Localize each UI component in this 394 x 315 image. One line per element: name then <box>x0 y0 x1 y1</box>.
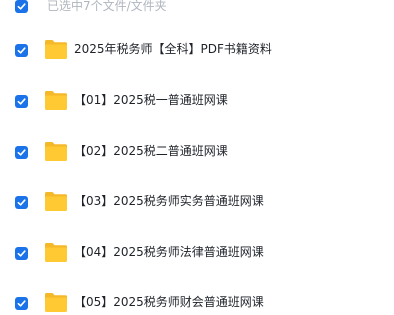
folder-icon <box>44 291 68 313</box>
checkmark-icon <box>17 250 26 257</box>
file-name[interactable]: 【04】2025税务师法律普通班网课 <box>74 245 264 259</box>
row-checkbox[interactable] <box>15 247 28 260</box>
file-name[interactable]: 【03】2025税务师实务普通班网课 <box>74 194 264 208</box>
selection-count-text: 已选中7个文件/文件夹 <box>47 0 167 13</box>
folder-icon <box>44 190 68 212</box>
folder-icon <box>44 89 68 111</box>
folder-icon <box>44 140 68 162</box>
file-name[interactable]: 【02】2025税二普通班网课 <box>74 144 228 158</box>
checkmark-icon <box>17 199 26 206</box>
file-row[interactable]: 【05】2025税务师财会普通班网课 <box>0 289 394 315</box>
selection-header: 已选中7个文件/文件夹 <box>0 0 394 16</box>
file-name[interactable]: 2025年税务师【全科】PDF书籍资料 <box>74 42 272 56</box>
file-row[interactable]: 【02】2025税二普通班网课 <box>0 138 394 168</box>
file-row[interactable]: 2025年税务师【全科】PDF书籍资料 <box>0 36 394 66</box>
checkmark-icon <box>17 3 26 10</box>
row-checkbox[interactable] <box>15 297 28 310</box>
file-name[interactable]: 【01】2025税一普通班网课 <box>74 93 228 107</box>
folder-icon <box>44 241 68 263</box>
row-checkbox[interactable] <box>15 196 28 209</box>
file-row[interactable]: 【03】2025税务师实务普通班网课 <box>0 188 394 218</box>
select-all-checkbox[interactable] <box>15 0 28 13</box>
folder-icon <box>44 38 68 60</box>
row-checkbox[interactable] <box>15 95 28 108</box>
row-checkbox[interactable] <box>15 44 28 57</box>
file-list-panel: 已选中7个文件/文件夹 2025年税务师【全科】PDF书籍资料 【01】2025… <box>0 0 394 315</box>
checkmark-icon <box>17 300 26 307</box>
checkmark-icon <box>17 149 26 156</box>
checkmark-icon <box>17 98 26 105</box>
file-row[interactable]: 【01】2025税一普通班网课 <box>0 87 394 117</box>
file-row[interactable]: 【04】2025税务师法律普通班网课 <box>0 239 394 269</box>
checkmark-icon <box>17 47 26 54</box>
file-name[interactable]: 【05】2025税务师财会普通班网课 <box>74 295 264 309</box>
row-checkbox[interactable] <box>15 146 28 159</box>
